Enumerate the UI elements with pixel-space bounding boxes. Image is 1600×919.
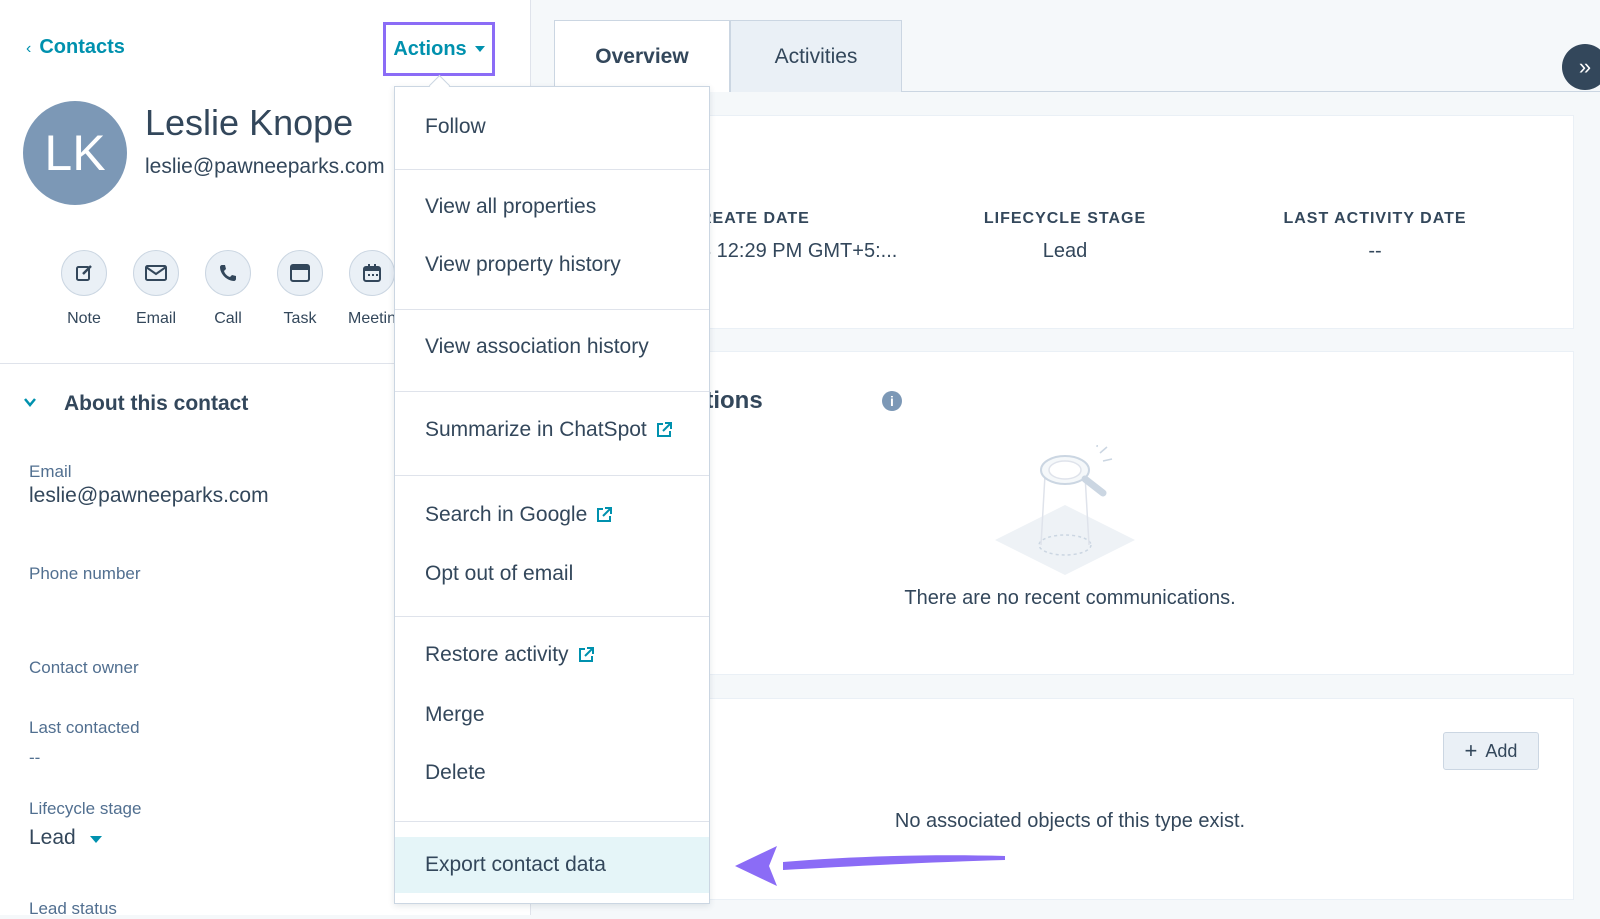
note-action-button[interactable]: Note	[48, 250, 120, 328]
note-action-label: Note	[67, 310, 101, 327]
menu-item-label: Restore activity	[425, 643, 569, 666]
lifecycle-stage-value: Lead	[1042, 240, 1088, 262]
lead-status-label: Lead status	[29, 899, 117, 918]
contact-name: Leslie Knope	[145, 102, 354, 143]
menu-item-follow[interactable]: Follow	[395, 111, 709, 143]
task-icon	[277, 250, 323, 296]
email-action-button[interactable]: Email	[120, 250, 192, 328]
menu-divider	[395, 821, 709, 822]
email-icon	[133, 250, 179, 296]
email-property-value[interactable]: leslie@pawneeparks.com	[29, 484, 269, 508]
info-icon[interactable]: i	[882, 391, 902, 411]
plus-icon: +	[1464, 738, 1478, 763]
create-date-header: REATE DATE	[700, 210, 810, 227]
external-link-icon	[656, 422, 672, 437]
lifecycle-stage-select[interactable]: Lead	[29, 826, 76, 850]
menu-divider	[395, 391, 709, 392]
call-action-label: Call	[214, 310, 242, 327]
create-date-value: 3 12:29 PM GMT+5:...	[700, 240, 898, 262]
associations-empty-message: No associated objects of this type exist…	[894, 810, 1246, 832]
add-button-label: Add	[1485, 740, 1518, 761]
caret-down-icon[interactable]	[90, 836, 102, 843]
menu-item-label: Search in Google	[425, 503, 588, 526]
menu-item-delete[interactable]: Delete	[395, 757, 709, 789]
menu-item-label: View association history	[425, 335, 649, 358]
menu-item-label: Opt out of email	[425, 562, 574, 585]
caret-down-icon	[474, 46, 485, 52]
annotation-arrow-icon	[735, 846, 1005, 886]
empty-state-illustration-icon	[995, 445, 1135, 575]
menu-item-view-property-history[interactable]: View property history	[395, 249, 709, 281]
lifecycle-stage-header: LIFECYCLE STAGE	[983, 210, 1147, 227]
menu-item-label: View all properties	[425, 195, 597, 218]
last-activity-header: LAST ACTIVITY DATE	[1283, 210, 1467, 227]
tab-overview[interactable]: Overview	[554, 20, 730, 92]
task-action-label: Task	[283, 310, 317, 327]
menu-divider	[395, 309, 709, 310]
last-activity-value: --	[1368, 240, 1382, 262]
menu-item-view-association-history[interactable]: View association history	[395, 331, 709, 363]
call-action-button[interactable]: Call	[192, 250, 264, 328]
menu-divider	[395, 616, 709, 617]
lifecycle-property-label: Lifecycle stage	[29, 799, 142, 818]
menu-divider	[395, 169, 709, 170]
menu-item-view-all-properties[interactable]: View all properties	[395, 191, 709, 223]
actions-dropdown-menu: Follow View all properties View property…	[394, 86, 710, 904]
menu-divider	[395, 475, 709, 476]
note-icon	[61, 250, 107, 296]
email-action-label: Email	[135, 310, 176, 327]
phone-property-label: Phone number	[29, 564, 141, 583]
menu-item-opt-out-email[interactable]: Opt out of email	[395, 558, 709, 590]
menu-item-label: Export contact data	[425, 853, 606, 876]
menu-item-merge[interactable]: Merge	[395, 699, 709, 731]
menu-item-export-contact-data[interactable]: Export contact data	[395, 837, 709, 893]
menu-item-label: View property history	[425, 253, 621, 276]
external-link-icon	[597, 507, 613, 522]
menu-item-label: Merge	[425, 703, 485, 726]
owner-property-label: Contact owner	[29, 658, 139, 677]
actions-dropdown-button[interactable]: Actions	[383, 22, 495, 76]
menu-item-label: Delete	[425, 761, 486, 784]
menu-item-summarize-chatspot[interactable]: Summarize in ChatSpot	[395, 414, 709, 446]
last-contacted-value: --	[29, 748, 41, 767]
expand-sidebar-button[interactable]: »	[1562, 44, 1600, 90]
tab-activities[interactable]: Activities	[730, 20, 902, 92]
meeting-icon	[349, 250, 395, 296]
add-association-button[interactable]: + Add	[1443, 732, 1539, 770]
call-icon	[205, 250, 251, 296]
chevron-down-icon[interactable]	[24, 396, 36, 408]
menu-item-label: Summarize in ChatSpot	[425, 418, 647, 441]
communications-empty-message: There are no recent communications.	[904, 587, 1236, 609]
menu-item-label: Follow	[425, 115, 486, 138]
menu-item-restore-activity[interactable]: Restore activity	[395, 639, 709, 671]
back-link-label: Contacts	[39, 36, 125, 58]
email-property-label: Email	[29, 462, 72, 481]
contact-email: leslie@pawneeparks.com	[145, 155, 385, 178]
avatar: LK	[23, 101, 127, 205]
last-contacted-label: Last contacted	[29, 718, 140, 737]
chevron-left-icon: ‹	[26, 40, 32, 57]
menu-item-search-google[interactable]: Search in Google	[395, 499, 709, 531]
task-action-button[interactable]: Task	[264, 250, 336, 328]
actions-label: Actions	[393, 37, 467, 60]
external-link-icon	[578, 647, 594, 662]
back-to-contacts-link[interactable]: ‹ Contacts	[26, 36, 125, 59]
about-section-title[interactable]: About this contact	[64, 392, 248, 416]
